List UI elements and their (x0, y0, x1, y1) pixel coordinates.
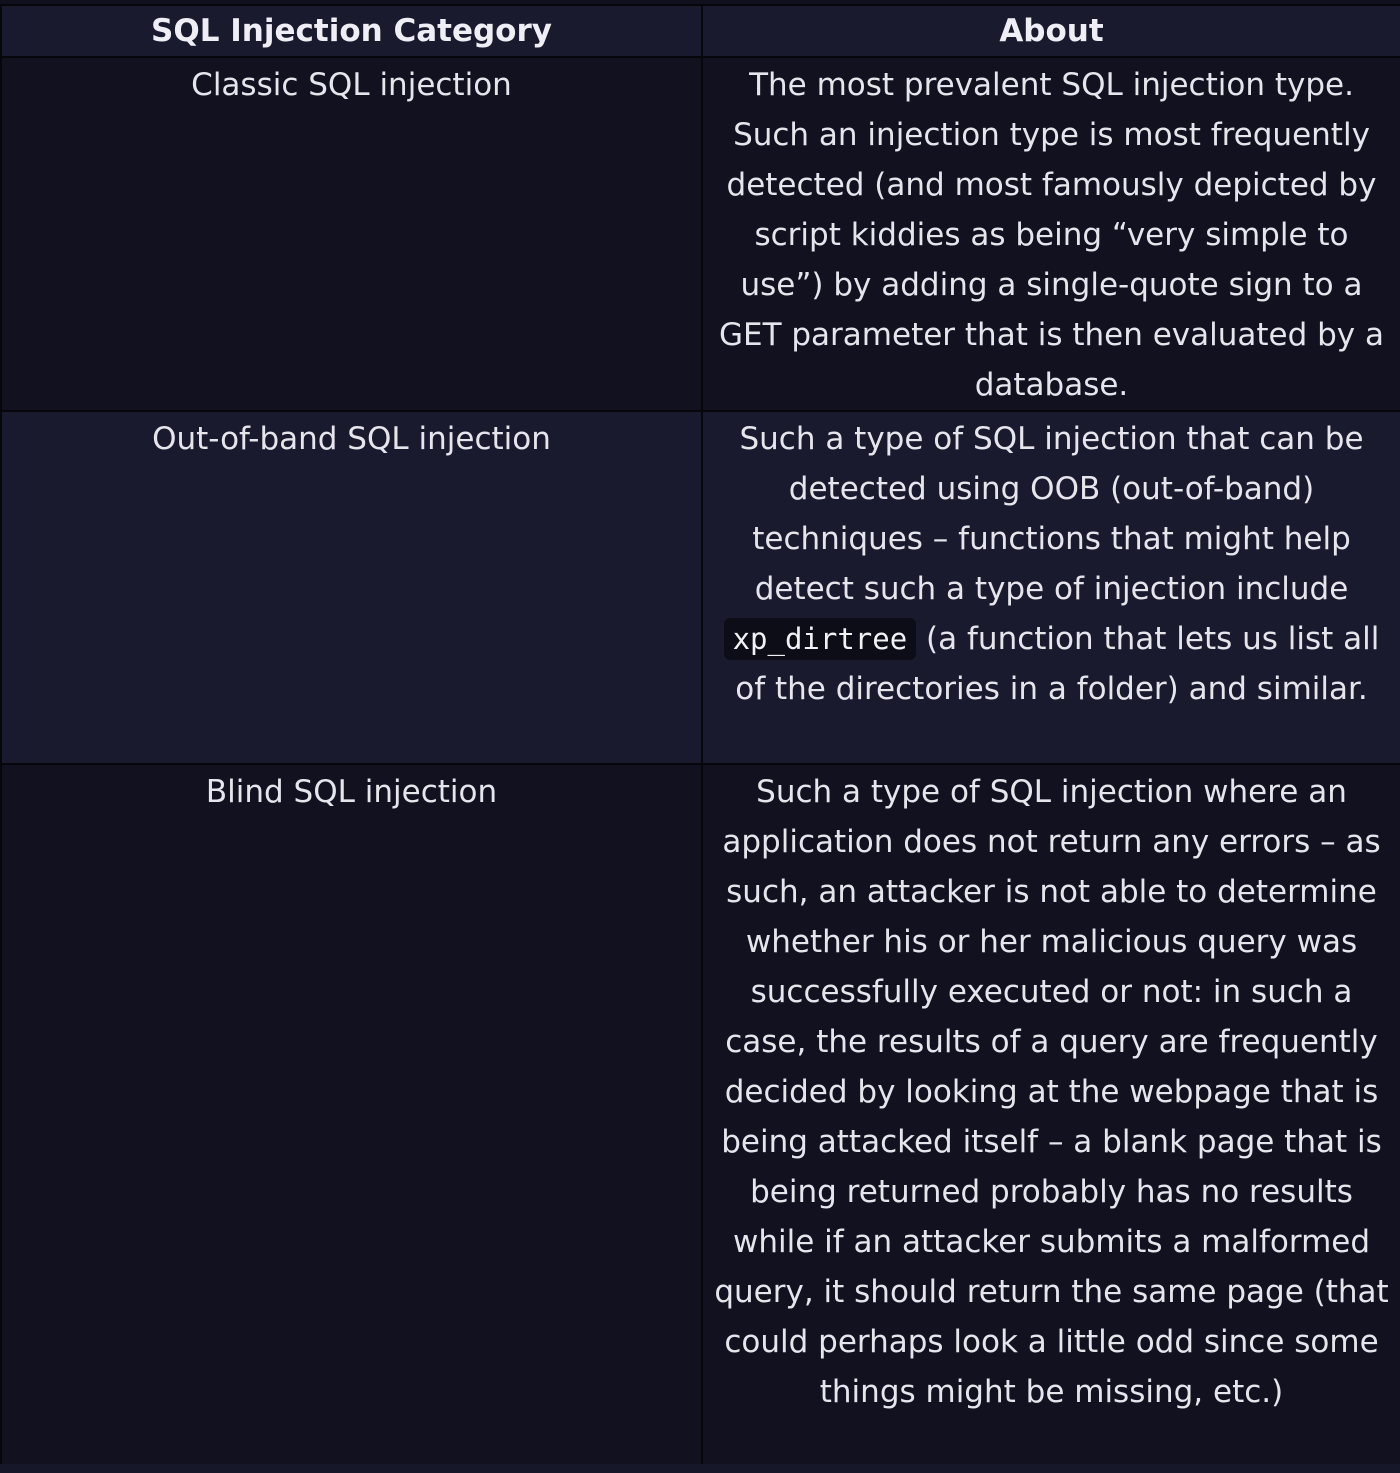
column-header-category: SQL Injection Category (0, 4, 703, 58)
table-header-row: SQL Injection Category About (0, 4, 1400, 58)
sql-injection-table: SQL Injection Category About Classic SQL… (0, 4, 1400, 1469)
table-row: Classic SQL injection The most prevalent… (0, 56, 1400, 412)
about-cell: Such a type of SQL injection that can be… (701, 410, 1400, 765)
column-header-about: About (701, 4, 1400, 58)
about-text-before-code: Such a type of SQL injection that can be… (739, 421, 1364, 607)
about-cell: The most prevalent SQL injection type. S… (701, 56, 1400, 412)
inline-code: xp_dirtree (723, 618, 917, 660)
category-cell: Classic SQL injection (0, 56, 703, 412)
table-row: Blind SQL injection Such a type of SQL i… (0, 763, 1400, 1469)
category-cell: Blind SQL injection (0, 763, 703, 1469)
bottom-divider (0, 1464, 1400, 1473)
document-page: SQL Injection Category About Classic SQL… (0, 0, 1400, 1473)
table-row: Out-of-band SQL injection Such a type of… (0, 410, 1400, 765)
category-cell: Out-of-band SQL injection (0, 410, 703, 765)
about-cell: Such a type of SQL injection where an ap… (701, 763, 1400, 1469)
